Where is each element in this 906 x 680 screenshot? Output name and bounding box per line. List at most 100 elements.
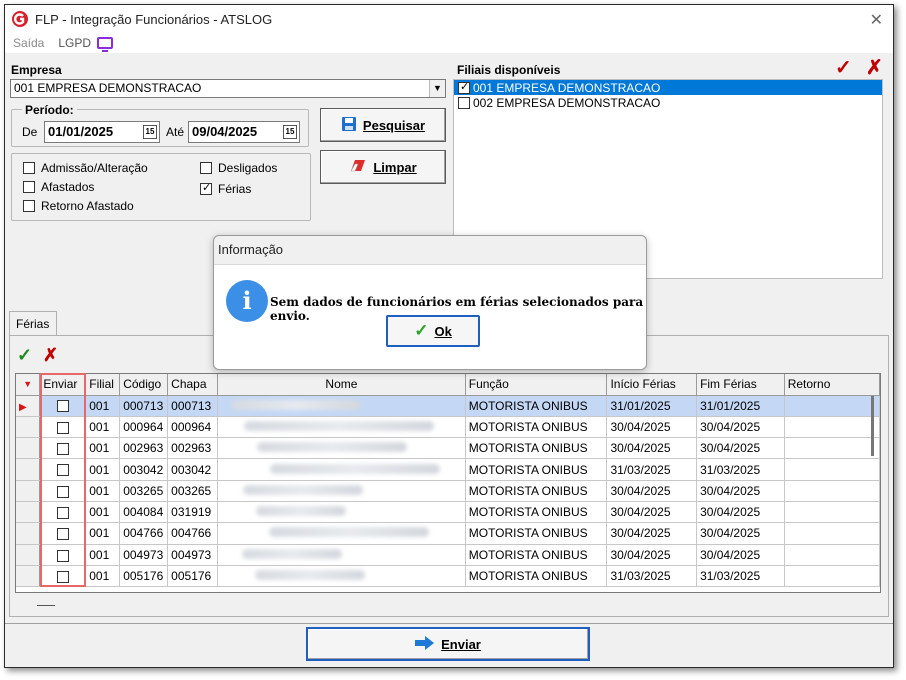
enviar-checkbox[interactable] <box>39 416 87 439</box>
table-row[interactable]: 001 005176 005176 MOTORISTA ONIBUS 31/03/202… <box>16 565 880 588</box>
pesquisar-button[interactable]: Pesquisar <box>320 108 446 142</box>
row-indicator <box>16 416 41 439</box>
col-funcao[interactable]: Função <box>465 374 608 396</box>
enviar-checkbox-box[interactable] <box>56 549 69 562</box>
check-icon[interactable]: ✓ <box>17 345 32 366</box>
enviar-checkbox-box[interactable] <box>56 464 69 477</box>
calendar-icon[interactable]: 15 <box>143 125 157 139</box>
row-indicator <box>16 458 41 481</box>
table-row[interactable]: 001 002963 002963 MOTORISTA ONIBUS 30/04/202… <box>16 437 880 460</box>
col-fim[interactable]: Fim Férias <box>696 374 785 396</box>
date-from-input[interactable]: 01/01/2025 15 <box>44 121 160 143</box>
cell-filial: 001 <box>85 437 121 460</box>
table-row[interactable]: 001 004973 004973 MOTORISTA ONIBUS 30/04/202… <box>16 544 880 566</box>
enviar-checkbox-box[interactable] <box>56 485 69 498</box>
col-inicio[interactable]: Início Férias <box>606 374 698 396</box>
enviar-checkbox-box[interactable] <box>56 400 69 413</box>
date-to-value: 09/04/2025 <box>192 124 258 139</box>
list-item[interactable]: 002 EMPRESA DEMONSTRACAO <box>454 95 882 110</box>
enviar-checkbox[interactable] <box>39 395 87 417</box>
check-all-icon[interactable]: ✓ <box>835 55 852 80</box>
table-row[interactable]: 001 003265 003265 MOTORISTA ONIBUS 30/04/202… <box>16 480 880 502</box>
redacted-name <box>244 420 435 431</box>
cell-inicio: 30/04/2025 <box>606 501 698 524</box>
filter-afastados[interactable]: Afastados <box>23 180 94 194</box>
cell-filial: 001 <box>85 458 121 481</box>
employees-grid: ▼ Enviar Filial Código Chapa Nome Função… <box>15 373 881 593</box>
table-row[interactable]: 001 004084 031919 MOTORISTA ONIBUS 30/04/202… <box>16 501 880 524</box>
tab-ferias[interactable]: Férias <box>9 311 57 335</box>
enviar-button[interactable]: Enviar <box>306 627 590 661</box>
enviar-checkbox[interactable] <box>39 458 87 481</box>
enviar-checkbox[interactable] <box>39 437 87 460</box>
cell-fim: 30/04/2025 <box>696 480 785 502</box>
filial-checkbox[interactable] <box>458 80 470 94</box>
cell-filial: 001 <box>85 565 121 588</box>
filial-checkbox[interactable] <box>458 96 470 109</box>
uncheck-all-icon[interactable]: ✗ <box>866 55 883 80</box>
date-to-input[interactable]: 09/04/2025 15 <box>188 121 300 143</box>
enviar-checkbox-box[interactable] <box>56 443 69 456</box>
check-icon: ✓ <box>414 321 429 340</box>
filter-retorno[interactable]: Retorno Afastado <box>23 199 134 213</box>
enviar-checkbox[interactable] <box>39 544 87 566</box>
filter-afastados-checkbox[interactable] <box>23 181 35 193</box>
filter-retorno-checkbox[interactable] <box>23 200 35 212</box>
row-indicator <box>16 501 41 524</box>
filter-desligados[interactable]: Desligados <box>200 161 277 175</box>
cell-nome <box>217 501 466 524</box>
table-row[interactable]: 001 000964 000964 MOTORISTA ONIBUS 30/04/202… <box>16 416 880 439</box>
filter-desligados-checkbox[interactable] <box>200 162 212 174</box>
cell-filial: 001 <box>85 480 121 502</box>
col-chapa[interactable]: Chapa <box>167 374 219 396</box>
sort-arrow-icon[interactable]: ▼ <box>16 374 41 396</box>
cell-funcao: MOTORISTA ONIBUS <box>465 458 608 481</box>
cell-chapa: 003265 <box>167 480 219 502</box>
cell-funcao: MOTORISTA ONIBUS <box>465 395 608 417</box>
table-row[interactable]: 001 004766 004766 MOTORISTA ONIBUS 30/04/202… <box>16 522 880 545</box>
col-nome[interactable]: Nome <box>217 374 466 396</box>
ok-label: Ok <box>434 323 452 339</box>
table-row[interactable]: 001 003042 003042 MOTORISTA ONIBUS 31/03/202… <box>16 458 880 481</box>
enviar-checkbox-box[interactable] <box>56 506 69 519</box>
col-filial[interactable]: Filial <box>85 374 121 396</box>
enviar-checkbox[interactable] <box>39 480 87 502</box>
filter-ferias[interactable]: Férias <box>200 181 251 196</box>
enviar-checkbox-box[interactable] <box>56 570 69 583</box>
close-icon[interactable]: ✗ <box>43 345 58 366</box>
cell-filial: 001 <box>85 395 121 417</box>
table-row[interactable]: ▶ 001 000713 000713 MOTORISTA ONIBUS 31/01/20… <box>16 395 880 417</box>
limpar-button[interactable]: Limpar <box>320 150 446 184</box>
chevron-down-icon[interactable]: ▼ <box>429 80 445 97</box>
close-icon[interactable]: ✕ <box>870 10 883 30</box>
redacted-name <box>243 484 364 495</box>
col-codigo[interactable]: Código <box>119 374 169 396</box>
enviar-checkbox[interactable] <box>39 501 87 524</box>
cell-codigo: 003265 <box>119 480 169 502</box>
col-retorno[interactable]: Retorno <box>784 374 880 396</box>
cell-codigo: 004084 <box>119 501 169 524</box>
cell-retorno <box>784 458 880 481</box>
empresa-select[interactable]: 001 EMPRESA DEMONSTRACAO ▼ <box>10 79 446 98</box>
row-indicator <box>16 565 41 588</box>
enviar-checkbox-box[interactable] <box>56 528 69 541</box>
cell-funcao: MOTORISTA ONIBUS <box>465 480 608 502</box>
menu-lgpd[interactable]: LGPD <box>58 36 91 50</box>
enviar-checkbox[interactable] <box>39 522 87 545</box>
enviar-checkbox-box[interactable] <box>56 421 69 434</box>
menu-saida[interactable]: Saída <box>13 36 44 50</box>
ok-button[interactable]: ✓ Ok <box>386 315 480 347</box>
monitor-icon[interactable] <box>97 37 114 52</box>
scrollbar[interactable] <box>871 396 874 456</box>
filter-ferias-checkbox[interactable] <box>200 181 212 195</box>
cell-codigo: 003042 <box>119 458 169 481</box>
calendar-icon[interactable]: 15 <box>283 125 297 139</box>
filter-admissao[interactable]: Admissão/Alteração <box>23 161 148 175</box>
filter-admissao-checkbox[interactable] <box>23 162 35 174</box>
window-title: FLP - Integração Funcionários - ATSLOG <box>35 11 273 27</box>
cell-retorno <box>784 416 880 439</box>
list-item[interactable]: 001 EMPRESA DEMONSTRACAO <box>454 80 882 95</box>
enviar-checkbox[interactable] <box>39 565 87 588</box>
de-label: De <box>22 125 38 139</box>
col-enviar[interactable]: Enviar <box>39 374 87 396</box>
